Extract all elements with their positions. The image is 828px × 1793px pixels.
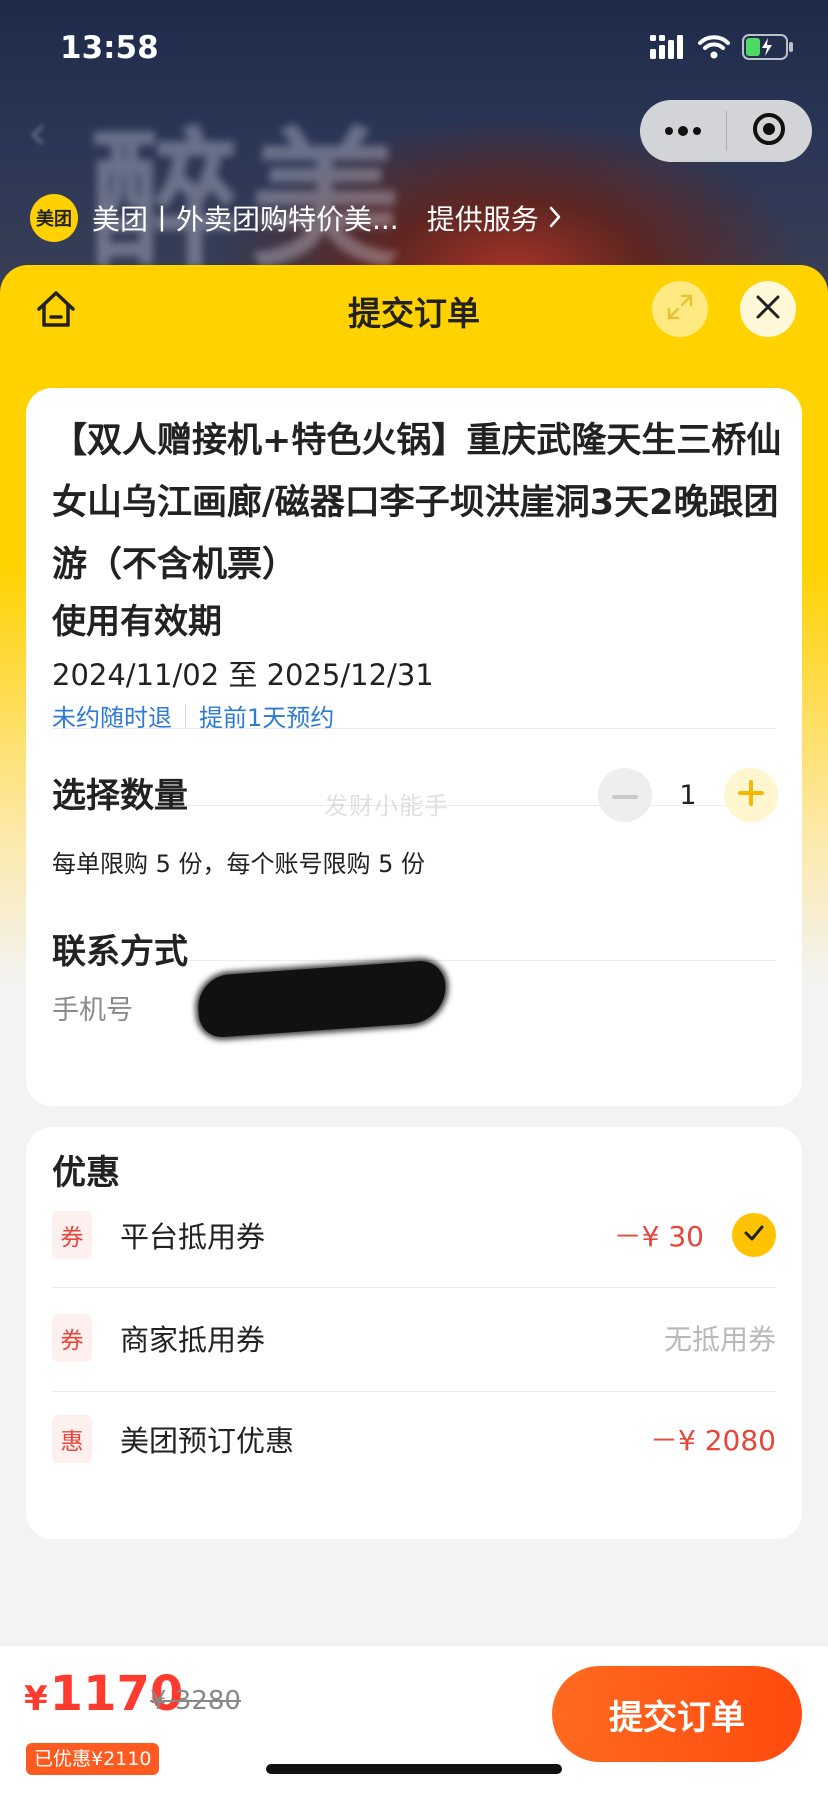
refund-policy-tag: 未约随时退 [52,704,172,732]
meituan-logo: 美团 [30,194,78,242]
service-provider-link[interactable]: 提供服务 [427,198,561,238]
more-dots-icon [663,122,703,141]
promo-value: －¥ 2080 [650,1424,776,1457]
discount-badge: 惠 [52,1415,92,1463]
service-provider-label: 提供服务 [426,203,539,236]
status-time: 13:58 [60,30,159,66]
original-price: ¥ 3280 [150,1686,241,1716]
currency-symbol: ¥ [24,1679,48,1719]
promo-label: 美团预订优惠 [120,1424,295,1458]
promo-row-booking-discount[interactable]: 惠 美团预订优惠 －¥ 2080 [52,1409,776,1469]
wifi-icon [698,35,730,63]
promotions-heading: 优惠 [52,1153,120,1193]
order-info-card: 【双人赠接机+特色火锅】重庆武隆天生三桥仙女山乌江画廊/磁器口李子坝洪崖洞3天2… [26,388,802,1106]
quantity-value: 1 [679,779,697,811]
decrease-quantity-button[interactable] [598,768,652,822]
increase-quantity-button[interactable] [724,768,778,822]
contact-heading: 联系方式 [52,932,188,972]
divider [52,1391,776,1392]
quantity-heading: 选择数量 [52,776,188,816]
phone-number-redaction[interactable] [196,959,448,1039]
mini-program-capsule [640,100,812,162]
promo-row-platform-coupon[interactable]: 券 平台抵用券 －¥ 30 [52,1205,776,1265]
promo-label: 平台抵用券 [120,1220,266,1254]
coupon-selected-checkbox[interactable] [732,1213,776,1257]
promo-label: 商家抵用券 [120,1323,266,1357]
exit-mini-program-button[interactable] [727,100,813,162]
target-circle-icon [751,111,787,151]
home-indicator [266,1764,562,1774]
status-icons [650,34,794,64]
expand-button[interactable] [652,281,708,337]
validity-dates: 2024/11/02 至 2025/12/31 [52,658,434,692]
chevron-right-icon [549,202,561,235]
close-button[interactable] [740,281,796,337]
tag-separator [185,703,186,728]
validity-tags: 未约随时退 提前1天预约 [52,698,334,733]
status-bar: 13:58 [0,0,828,100]
promo-row-merchant-coupon[interactable]: 券 商家抵用券 无抵用券 [52,1308,776,1368]
cellular-signal-icon [650,35,686,63]
submit-order-button[interactable]: 提交订单 [552,1666,802,1762]
plus-icon [738,780,764,810]
divider [52,1287,776,1288]
promo-value: －¥ 30 [613,1220,704,1253]
discount-total-tag: 已优惠¥2110 [26,1743,160,1775]
mini-program-brand-row: 美团 美团丨外卖团购特价美... 提供服务 [30,194,561,242]
order-sheet: 提交订单 【双人赠接机+特色火锅】重庆武隆天生三桥仙女山乌江画廊/磁器口李子坝洪… [0,265,828,1792]
checkmark-icon [743,1224,765,1246]
validity-heading: 使用有效期 [52,602,222,642]
quantity-stepper: 1 [598,768,778,822]
product-title: 【双人赠接机+特色火锅】重庆武隆天生三桥仙女山乌江画廊/磁器口李子坝洪崖洞3天2… [52,421,782,585]
minus-icon [612,786,638,805]
more-button[interactable] [640,100,726,162]
watermark: 发财小能手 [324,792,449,820]
promo-value: 无抵用券 [663,1323,776,1356]
purchase-limit-text: 每单限购 5 份，每个账号限购 5 份 [52,850,426,878]
promotions-card: 优惠 券 平台抵用券 －¥ 30 券 商家抵用券 无抵用券 惠 美团预订优惠 －… [26,1127,802,1539]
coupon-badge: 券 [52,1314,92,1362]
mini-program-name: 美团丨外卖团购特价美... [92,203,399,236]
battery-icon [742,34,794,64]
sheet-header: 提交订单 [0,265,828,355]
background-back-glyph: ‹ [28,105,48,161]
booking-policy-tag: 提前1天预约 [199,704,335,732]
expand-icon [666,293,694,325]
phone-label: 手机号 [52,995,133,1026]
coupon-badge: 券 [52,1211,92,1259]
close-icon [755,294,781,324]
